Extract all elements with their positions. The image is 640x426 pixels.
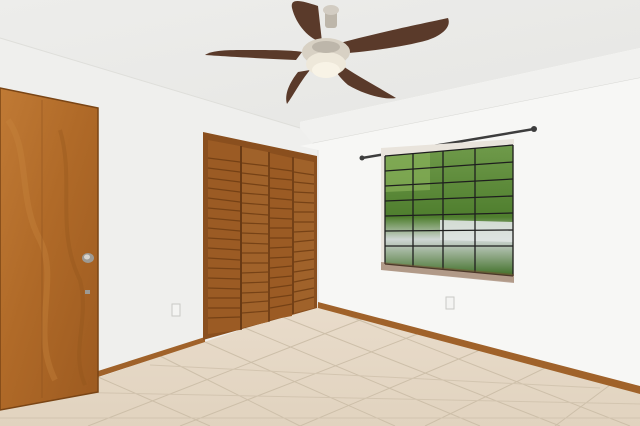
- closet-bifold-doors[interactable]: [203, 132, 317, 340]
- door-hinge: [85, 290, 90, 294]
- window: [381, 139, 514, 283]
- door-knob-icon[interactable]: [82, 253, 94, 263]
- bedroom-door[interactable]: [0, 87, 99, 411]
- power-outlet-icon: [171, 303, 181, 317]
- room-illustration: [0, 0, 640, 426]
- room-photo: [0, 0, 640, 426]
- power-outlet-icon: [445, 296, 455, 310]
